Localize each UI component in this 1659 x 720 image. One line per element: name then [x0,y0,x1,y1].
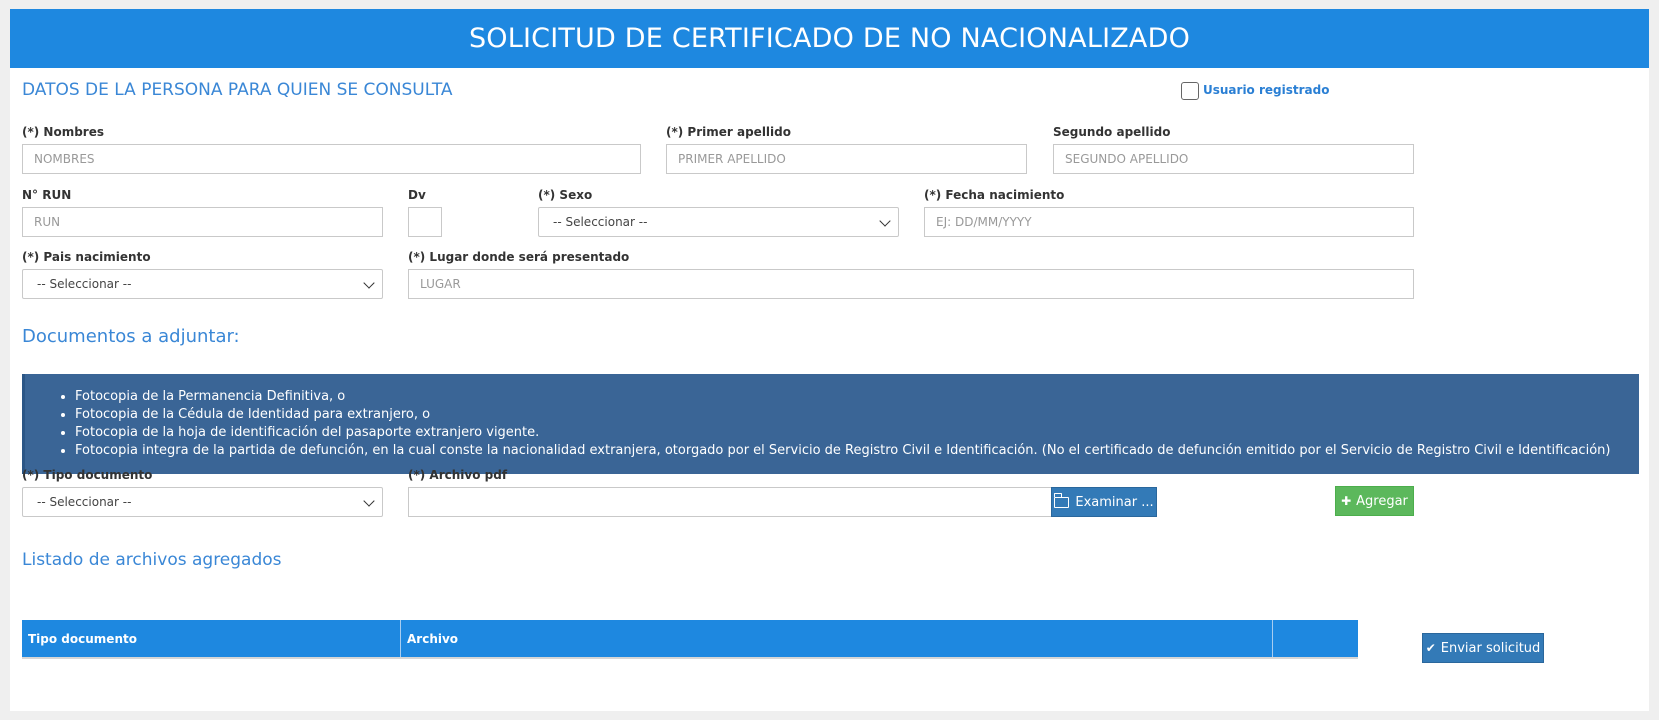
run-input[interactable] [22,207,383,237]
chevron-down-icon [363,495,375,507]
pais-nacimiento-label: (*) Pais nacimiento [22,250,151,264]
segundo-apellido-label: Segundo apellido [1053,125,1171,139]
archivo-pdf-label: (*) Archivo pdf [408,468,508,482]
pais-nacimiento-select[interactable]: -- Seleccionar -- [22,269,383,299]
lugar-label: (*) Lugar donde será presentado [408,250,630,264]
sexo-label: (*) Sexo [538,188,593,202]
documents-list: Fotocopia de la Permanencia Definitiva, … [25,374,1639,460]
document-item: Fotocopia de la Permanencia Definitiva, … [75,388,1639,406]
column-header-archivo: Archivo [401,620,1273,657]
primer-apellido-label: (*) Primer apellido [666,125,791,139]
primer-apellido-input[interactable] [666,144,1027,174]
plus-icon: ✚ [1341,494,1352,508]
chevron-down-icon [363,277,375,289]
form-panel: SOLICITUD DE CERTIFICADO DE NO NACIONALI… [10,9,1649,711]
registered-user-label[interactable]: Usuario registrado [1203,83,1329,97]
tipo-documento-selected-value: -- Seleccionar -- [37,495,132,509]
persona-section-title: DATOS DE LA PERSONA PARA QUIEN SE CONSUL… [22,80,453,100]
pais-nacimiento-selected-value: -- Seleccionar -- [37,277,132,291]
documentos-section-title: Documentos a adjuntar: [22,326,240,347]
document-item: Fotocopia integra de la partida de defun… [75,442,1639,460]
nombres-input[interactable] [22,144,641,174]
fecha-nacimiento-label: (*) Fecha nacimiento [924,188,1065,202]
document-item: Fotocopia de la hoja de identificación d… [75,424,1639,442]
folder-open-icon [1053,492,1070,508]
add-button[interactable]: ✚ Agregar [1335,486,1414,516]
tipo-documento-select[interactable]: -- Seleccionar -- [22,487,383,517]
files-table-header: Tipo documento Archivo [22,620,1358,659]
sexo-selected-value: -- Seleccionar -- [553,215,648,229]
dv-label: Dv [408,188,426,202]
registered-user-checkbox[interactable] [1181,82,1199,100]
listado-section-title: Listado de archivos agregados [22,550,282,570]
tipo-documento-label: (*) Tipo documento [22,468,153,482]
column-header-actions [1273,620,1358,657]
submit-button[interactable]: ✔ Enviar solicitud [1422,633,1544,663]
fecha-nacimiento-input[interactable] [924,207,1414,237]
document-item: Fotocopia de la Cédula de Identidad para… [75,406,1639,424]
chevron-down-icon [879,215,891,227]
documents-info-box: Fotocopia de la Permanencia Definitiva, … [22,374,1639,474]
sexo-select[interactable]: -- Seleccionar -- [538,207,899,237]
page-title: SOLICITUD DE CERTIFICADO DE NO NACIONALI… [10,9,1649,68]
segundo-apellido-input[interactable] [1053,144,1414,174]
browse-button[interactable]: Examinar ... [1051,487,1157,517]
nombres-label: (*) Nombres [22,125,105,139]
archivo-pdf-input[interactable] [408,487,1052,517]
submit-button-label: Enviar solicitud [1440,640,1541,656]
dv-input[interactable] [408,207,442,237]
column-header-tipo-documento: Tipo documento [22,620,401,657]
add-button-label: Agregar [1356,493,1408,509]
lugar-input[interactable] [408,269,1414,299]
check-icon: ✔ [1425,641,1436,655]
browse-button-label: Examinar ... [1075,494,1154,510]
run-label: N° RUN [22,188,72,202]
